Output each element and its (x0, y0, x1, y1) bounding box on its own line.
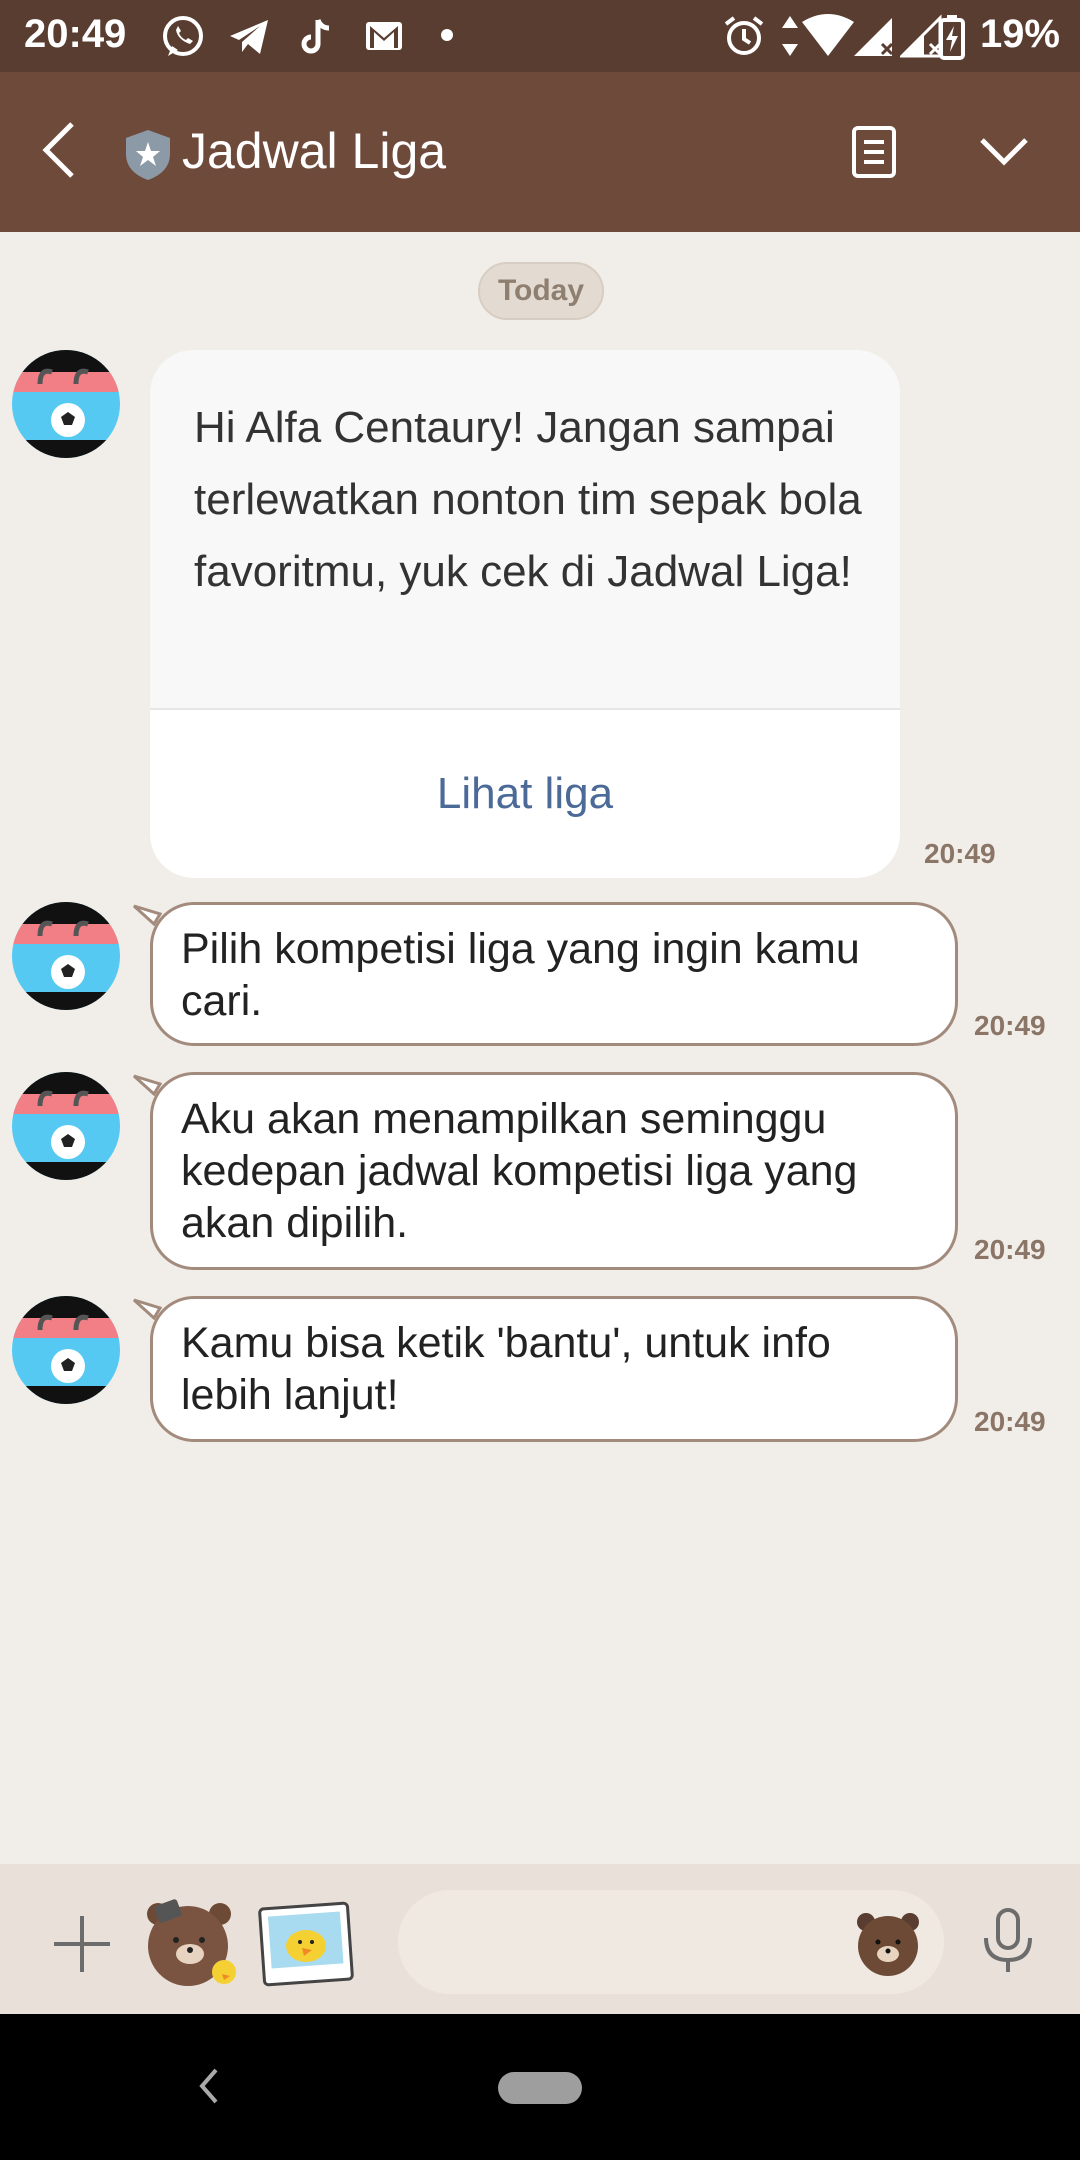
alarm-icon (722, 14, 766, 63)
status-bar: 20:49 19% (0, 0, 1080, 72)
shield-star-icon (124, 128, 172, 187)
nav-back-icon[interactable] (196, 2066, 220, 2111)
tiktok-icon (298, 14, 338, 65)
message-bubble: Kamu bisa ketik 'bantu', untuk info lebi… (150, 1296, 958, 1442)
chevron-down-icon[interactable] (978, 134, 1030, 173)
wifi-icon (800, 14, 856, 63)
message-time: 20:49 (924, 838, 996, 869)
status-time: 20:49 (24, 12, 127, 56)
message-card: Hi Alfa Centaury! Jangan sampai terlewat… (150, 350, 900, 878)
chat-title: Jadwal Liga (182, 123, 447, 179)
view-league-button[interactable]: Lihat liga (150, 710, 900, 878)
battery-percent: 19% (979, 12, 1060, 56)
nav-home-pill[interactable] (498, 2072, 582, 2104)
battery-charging-icon (938, 14, 966, 65)
card-text: Hi Alfa Centaury! Jangan sampai terlewat… (194, 403, 862, 596)
bot-avatar[interactable] (12, 1072, 120, 1180)
note-icon[interactable] (850, 124, 898, 185)
gmail-icon (362, 14, 406, 63)
input-bar (0, 1864, 1080, 2014)
back-arrow-icon[interactable] (36, 118, 82, 187)
message-time: 20:49 (974, 1234, 1046, 1265)
message-time: 20:49 (974, 1010, 1046, 1041)
bot-avatar[interactable] (12, 1296, 120, 1404)
plus-icon[interactable] (50, 1912, 114, 1981)
date-separator: Today (478, 262, 604, 320)
dot-icon (440, 28, 454, 47)
message-time: 20:49 (974, 1406, 1046, 1437)
message-bubble: Pilih kompetisi liga yang ingin kamu car… (150, 902, 958, 1046)
emoji-bear-icon[interactable] (852, 1906, 924, 1983)
bot-avatar[interactable] (12, 350, 120, 458)
signal-icon (852, 14, 896, 63)
data-arrows-icon (780, 14, 800, 63)
bot-avatar[interactable] (12, 902, 120, 1010)
brown-sticker-icon[interactable] (138, 1888, 242, 1997)
system-nav-bar (0, 2014, 1080, 2160)
chat-header: Jadwal Liga (0, 72, 1080, 232)
microphone-icon[interactable] (978, 1908, 1038, 1979)
message-bubble: Aku akan menampilkan seminggu kedepan ja… (150, 1072, 958, 1270)
telegram-icon (226, 14, 272, 65)
sally-photo-icon[interactable] (258, 1900, 354, 1993)
whatsapp-icon (160, 14, 206, 65)
